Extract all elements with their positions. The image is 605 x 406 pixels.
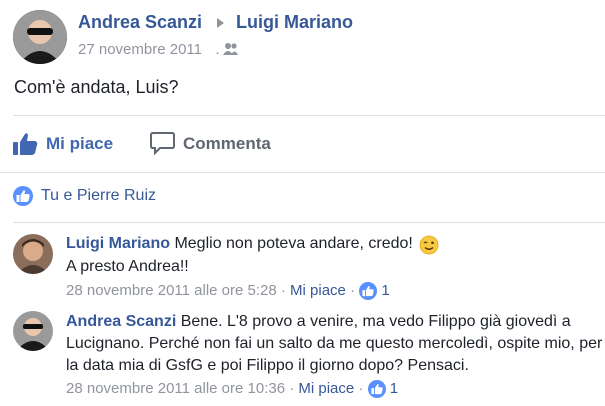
comment-like-link[interactable]: Mi piace — [298, 380, 354, 397]
comment-text-line: Bene. L'8 provo a venire, ma vedo Filipp… — [180, 313, 571, 330]
comment-author[interactable]: Andrea Scanzi — [66, 313, 176, 330]
thumbs-up-icon — [13, 133, 38, 155]
meta-separator: · — [280, 282, 291, 299]
comment-button-label: Commenta — [183, 134, 271, 153]
like-button[interactable]: Mi piace — [12, 130, 117, 158]
comment-timestamp[interactable]: 28 novembre 2011 alle ore 5:28 — [66, 282, 277, 299]
comment-like-count[interactable]: 1 — [390, 380, 398, 397]
like-button-label: Mi piace — [46, 134, 114, 153]
commenter-avatar[interactable] — [13, 234, 53, 274]
author-avatar[interactable] — [13, 10, 67, 64]
like-reaction-icon — [367, 380, 386, 399]
likes-summary[interactable]: Tu e Pierre Ruiz — [41, 187, 156, 205]
comment-like-count[interactable]: 1 — [381, 282, 389, 299]
comment-meta: 28 novembre 2011 alle ore 10:36 · Mi pia… — [66, 380, 398, 399]
post-date[interactable]: 27 novembre 2011 — [78, 41, 202, 58]
comment-button[interactable]: Commenta — [150, 130, 275, 158]
comment-timestamp[interactable]: 28 novembre 2011 alle ore 10:36 — [66, 380, 285, 397]
comment-meta: 28 novembre 2011 alle ore 5:28 · Mi piac… — [66, 282, 390, 301]
comment-text-line: Lucignano. Perché non fai un salto da me… — [66, 335, 603, 352]
audience-friends-icon[interactable] — [223, 42, 239, 61]
comment-bubble-icon — [150, 132, 175, 155]
commenter-avatar[interactable] — [13, 311, 53, 351]
wink-emoji-icon — [419, 235, 439, 260]
comment-text-line: la data mia di GsfG e poi Filippo il gio… — [66, 357, 469, 374]
post-text: Com'è andata, Luis? — [14, 77, 179, 97]
comment: Luigi Mariano Meglio non poteva andare, … — [66, 235, 413, 253]
date-separator: · — [215, 44, 220, 61]
triangle-right-icon — [216, 16, 225, 34]
comment-author[interactable]: Luigi Mariano — [66, 235, 170, 252]
post-author-name[interactable]: Andrea Scanzi — [78, 12, 202, 33]
comment-text-line: A presto Andrea!! — [66, 258, 189, 275]
divider — [13, 222, 605, 223]
like-reaction-icon — [359, 282, 378, 301]
comment-text-line: Meglio non poteva andare, credo! — [174, 235, 413, 252]
divider — [13, 115, 605, 116]
like-reaction-icon — [13, 186, 33, 206]
comment: Andrea Scanzi Bene. L'8 provo a venire, … — [66, 313, 571, 331]
post-recipient-name[interactable]: Luigi Mariano — [236, 12, 353, 33]
meta-separator: · — [350, 282, 360, 299]
meta-separator: · — [358, 380, 368, 397]
meta-separator: · — [289, 380, 299, 397]
comment-like-link[interactable]: Mi piace — [290, 282, 346, 299]
divider — [0, 172, 605, 173]
